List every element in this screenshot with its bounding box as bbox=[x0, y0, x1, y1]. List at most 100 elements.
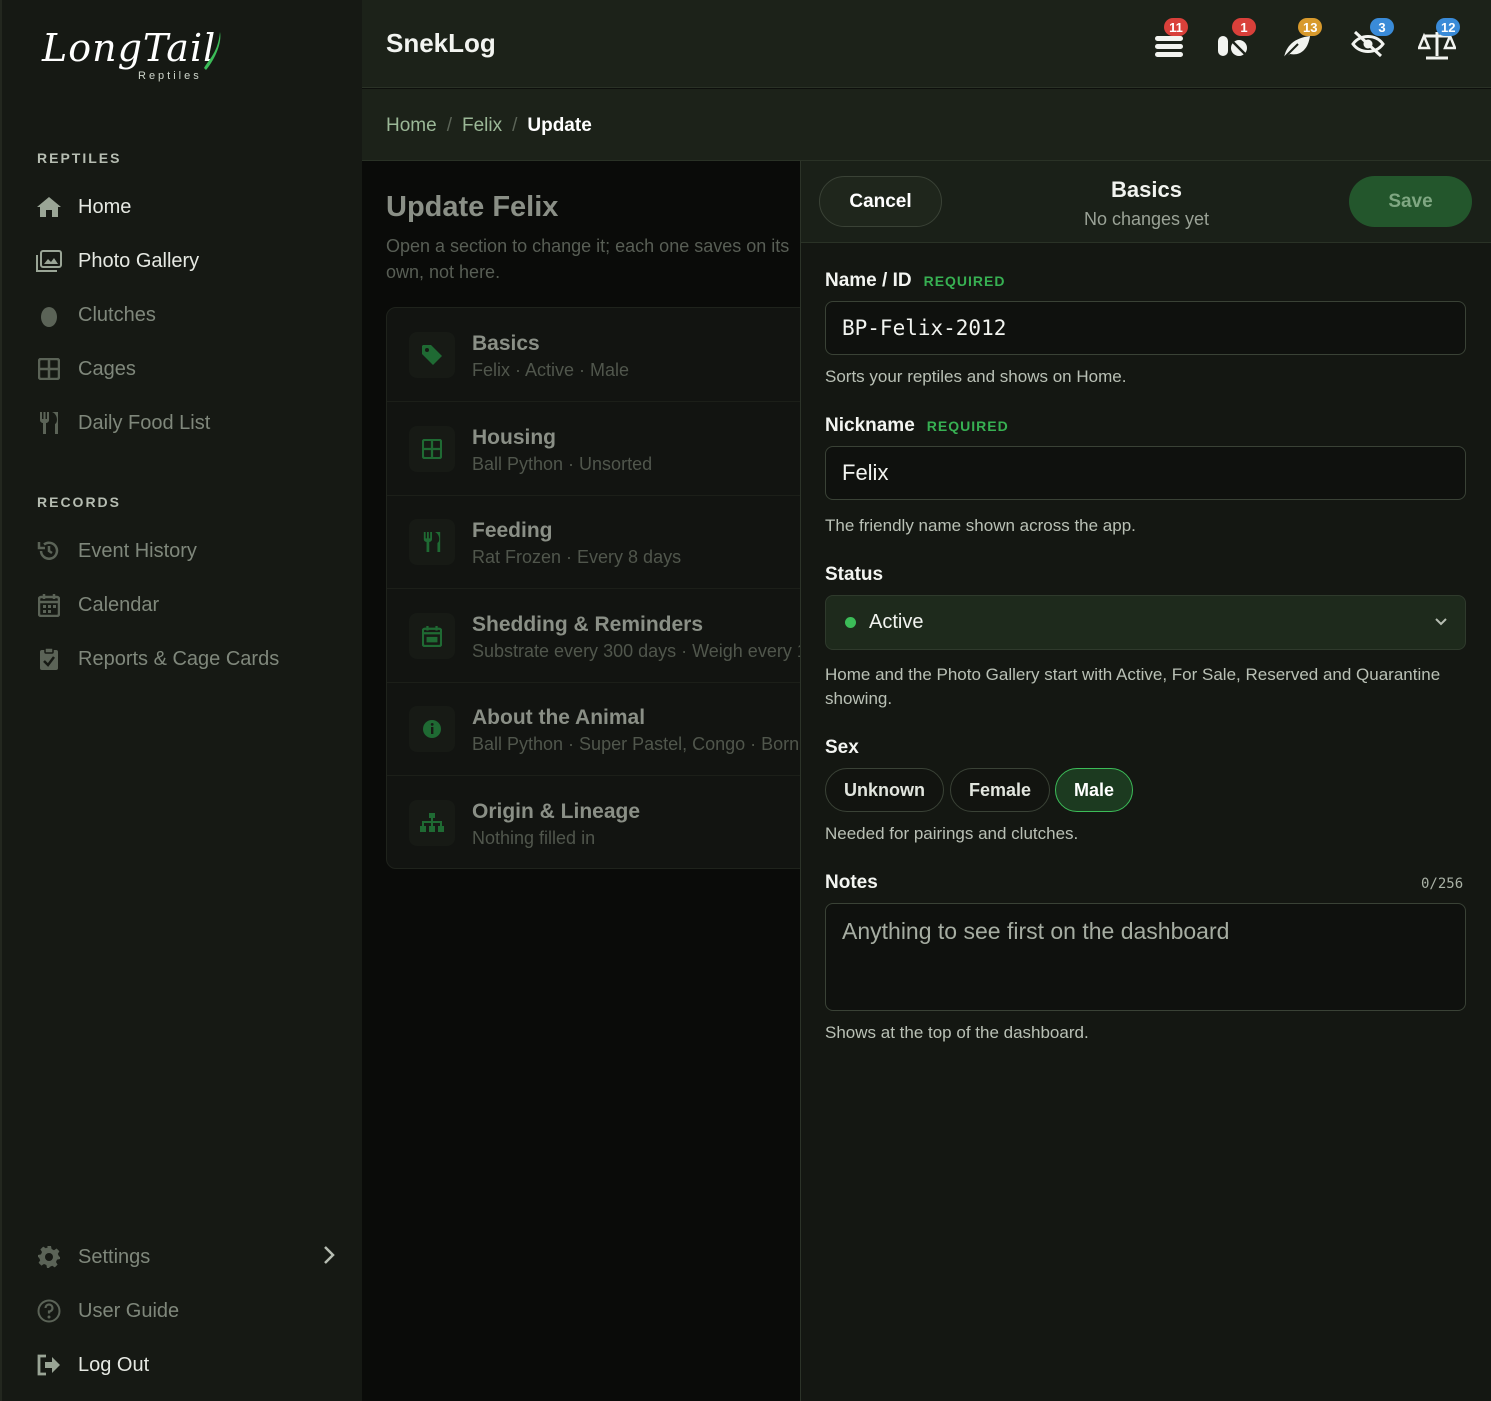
breadcrumb-home[interactable]: Home bbox=[386, 115, 437, 137]
grid-icon bbox=[36, 356, 62, 382]
alert-badge: 3 bbox=[1370, 18, 1394, 36]
sidebar-item-settings[interactable]: Settings bbox=[36, 1240, 150, 1274]
alert-weigh-button[interactable]: 12 bbox=[1416, 18, 1461, 62]
sex-option-female[interactable]: Female bbox=[950, 768, 1051, 812]
field-label-text: Nickname bbox=[825, 415, 915, 436]
section-summary: Nothing filled in bbox=[472, 828, 596, 848]
field-label-text: Name / ID bbox=[825, 270, 912, 291]
alert-badge: 13 bbox=[1298, 18, 1323, 36]
history-icon bbox=[36, 538, 62, 564]
name-id-help: Sorts your reptiles and shows on Home. bbox=[825, 367, 1127, 386]
sidebar-item-cages[interactable]: Cages bbox=[36, 352, 136, 386]
sidebar-item-reports-cage-cards[interactable]: Reports & Cage Cards bbox=[36, 642, 279, 676]
field-label-text: Sex bbox=[825, 737, 859, 758]
egg-icon bbox=[36, 302, 62, 328]
calendar-icon bbox=[36, 592, 62, 618]
logo-subtext: Reptiles bbox=[138, 70, 202, 82]
section-title: About the Animal bbox=[472, 706, 646, 729]
nickname-input[interactable] bbox=[825, 446, 1466, 500]
section-title: Feeding bbox=[472, 519, 553, 542]
breadcrumb-separator: / bbox=[446, 115, 452, 136]
section-origin-lineage[interactable]: Origin & Lineage Nothing filled in bbox=[387, 776, 800, 870]
clipboard-check-icon bbox=[36, 646, 62, 672]
status-select[interactable]: Active bbox=[825, 595, 1466, 650]
save-button[interactable]: Save bbox=[1349, 176, 1472, 227]
cancel-button[interactable]: Cancel bbox=[819, 176, 942, 227]
chevron-down-icon bbox=[1435, 618, 1447, 626]
section-basics[interactable]: Basics Felix · Active · Male bbox=[387, 308, 800, 402]
app-title: SnekLog bbox=[386, 28, 496, 58]
photo-gallery-icon bbox=[36, 248, 62, 274]
alert-medication-button[interactable]: 1 bbox=[1214, 18, 1256, 62]
sidebar-item-label: Clutches bbox=[78, 303, 156, 326]
sidebar-item-clutches[interactable]: Clutches bbox=[36, 298, 156, 332]
status-dot-icon bbox=[845, 617, 856, 628]
sidebar-item-photo-gallery[interactable]: Photo Gallery bbox=[36, 244, 199, 278]
sidebar-item-daily-food-list[interactable]: Daily Food List bbox=[36, 406, 210, 440]
status-label: Status bbox=[825, 564, 883, 586]
alert-badge: 12 bbox=[1436, 18, 1461, 36]
page-subtitle: Open a section to change it; each one sa… bbox=[386, 236, 790, 282]
home-icon bbox=[36, 194, 62, 220]
sidebar-item-label: Settings bbox=[78, 1245, 151, 1268]
section-shedding-reminders[interactable]: Shedding & Reminders Substrate every 300… bbox=[387, 589, 800, 683]
gecko-logo-icon bbox=[204, 32, 221, 70]
section-feeding[interactable]: Feeding Rat Frozen · Every 8 days bbox=[387, 495, 800, 589]
calendar-icon bbox=[409, 613, 455, 659]
section-label-records: RECORDS bbox=[37, 494, 122, 510]
section-summary: Ball Python · Super Pastel, Congo · Born… bbox=[472, 734, 800, 754]
name-id-input[interactable] bbox=[825, 301, 1466, 355]
utensils-icon bbox=[36, 410, 62, 436]
brand-logo[interactable]: LongTail Reptiles bbox=[42, 26, 232, 86]
section-title: Basics bbox=[472, 332, 540, 355]
sidebar-item-label: Home bbox=[78, 195, 132, 218]
section-summary: Felix · Active · Male bbox=[472, 360, 630, 380]
logo-text: LongTail bbox=[42, 26, 217, 70]
notes-char-counter: 0/256 bbox=[1421, 876, 1464, 892]
section-label-reptiles: REPTILES bbox=[37, 150, 122, 166]
notes-label: Notes bbox=[825, 872, 878, 894]
nickname-label: Nickname REQUIRED bbox=[825, 415, 1009, 437]
required-tag: REQUIRED bbox=[923, 273, 1006, 289]
alert-feeding-button[interactable]: 13 bbox=[1280, 18, 1323, 62]
alert-badge: 1 bbox=[1232, 18, 1256, 36]
info-icon bbox=[409, 706, 455, 752]
notes-help: Shows at the top of the dashboard. bbox=[825, 1023, 1089, 1042]
section-summary: Rat Frozen · Every 8 days bbox=[472, 547, 682, 567]
sidebar-item-event-history[interactable]: Event History bbox=[36, 534, 197, 568]
required-tag: REQUIRED bbox=[926, 418, 1009, 434]
section-title: Origin & Lineage bbox=[472, 800, 641, 823]
alert-badge: 11 bbox=[1164, 18, 1188, 36]
notes-textarea[interactable] bbox=[825, 903, 1466, 1011]
section-summary: Ball Python · Unsorted bbox=[472, 454, 653, 474]
section-about-animal[interactable]: About the Animal Ball Python · Super Pas… bbox=[387, 682, 800, 776]
breadcrumb-update: Update bbox=[527, 115, 592, 136]
status-help: Home and the Photo Gallery start with Ac… bbox=[825, 665, 1441, 708]
breadcrumb-bar: Home / Felix / Update bbox=[362, 89, 1491, 161]
sidebar-item-label: Reports & Cage Cards bbox=[78, 647, 280, 670]
sidebar-item-label: User Guide bbox=[78, 1299, 180, 1322]
logout-icon bbox=[36, 1352, 62, 1378]
sidebar-item-calendar[interactable]: Calendar bbox=[36, 588, 159, 622]
sidebar-item-home[interactable]: Home bbox=[36, 190, 131, 224]
status-selected-value: Active bbox=[869, 611, 924, 633]
alert-hidden-button[interactable]: 3 bbox=[1348, 18, 1394, 62]
sex-option-unknown[interactable]: Unknown bbox=[825, 768, 944, 812]
help-circle-icon bbox=[36, 1298, 62, 1324]
sidebar-item-user-guide[interactable]: User Guide bbox=[36, 1294, 179, 1328]
section-housing[interactable]: Housing Ball Python · Unsorted bbox=[387, 402, 800, 496]
page-title: Update Felix bbox=[386, 191, 559, 223]
sex-option-male[interactable]: Male bbox=[1055, 768, 1134, 812]
sidebar-item-log-out[interactable]: Log Out bbox=[36, 1348, 149, 1382]
sidebar: LongTail Reptiles REPTILES Home Photo Ga… bbox=[0, 0, 362, 1401]
edit-basics-panel: Basics No changes yet Cancel Save Name /… bbox=[800, 161, 1491, 1401]
sitemap-icon bbox=[409, 800, 455, 846]
section-title: Shedding & Reminders bbox=[472, 613, 704, 636]
sidebar-item-label: Event History bbox=[78, 539, 197, 562]
chevron-right-icon[interactable] bbox=[320, 1244, 338, 1266]
main-content: Update Felix Open a section to change it… bbox=[362, 161, 800, 1401]
sex-help: Needed for pairings and clutches. bbox=[825, 824, 1079, 843]
breadcrumb-felix[interactable]: Felix bbox=[462, 115, 502, 137]
alert-stack-button[interactable]: 11 bbox=[1150, 18, 1188, 62]
sidebar-item-label: Log Out bbox=[78, 1353, 150, 1376]
